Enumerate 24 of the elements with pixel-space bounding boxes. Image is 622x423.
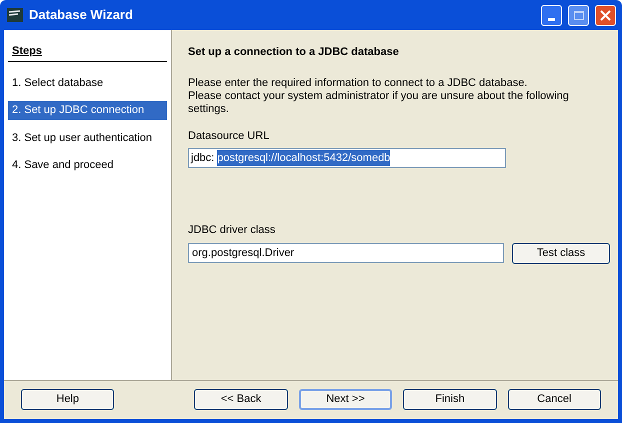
steps-heading: Steps [8,43,167,62]
window-title: Database Wizard [29,6,134,24]
field-label: Datasource URL [188,128,270,144]
app-icon [7,8,23,22]
close-icon [600,10,611,20]
dialog-button[interactable]: Help [21,388,114,410]
description-text: Please contact your system administrator if you are unsure about the following settings. [188,90,570,116]
dialog-button[interactable]: << Back [194,388,288,410]
dialog-button[interactable]: Next >> [298,388,392,410]
datasource-url-field[interactable]: jdbc: postgresql://localhost:5432/somedb [188,148,506,168]
dialog-button[interactable]: Finish [403,388,497,410]
step-item[interactable]: 2. Set up JDBC connection [8,101,167,120]
driver-class-field[interactable]: org.postgresql.Driver [188,243,504,263]
step-item[interactable]: 3. Set up user authentication [8,128,167,147]
minimize-button[interactable] [541,4,562,26]
description-text: Please enter the required information to connect to a JDBC database. [188,76,528,90]
maximize-button[interactable] [568,4,589,26]
close-button[interactable] [595,4,616,26]
page-title: Set up a connection to a JDBC database [188,45,400,60]
step-item[interactable]: 1. Select database [8,74,167,92]
dialog-button[interactable]: Cancel [508,388,601,410]
step-item[interactable]: 4. Save and proceed [8,156,167,174]
field-label: JDBC driver class [188,223,276,238]
test-class-button[interactable]: Test class [512,242,610,264]
